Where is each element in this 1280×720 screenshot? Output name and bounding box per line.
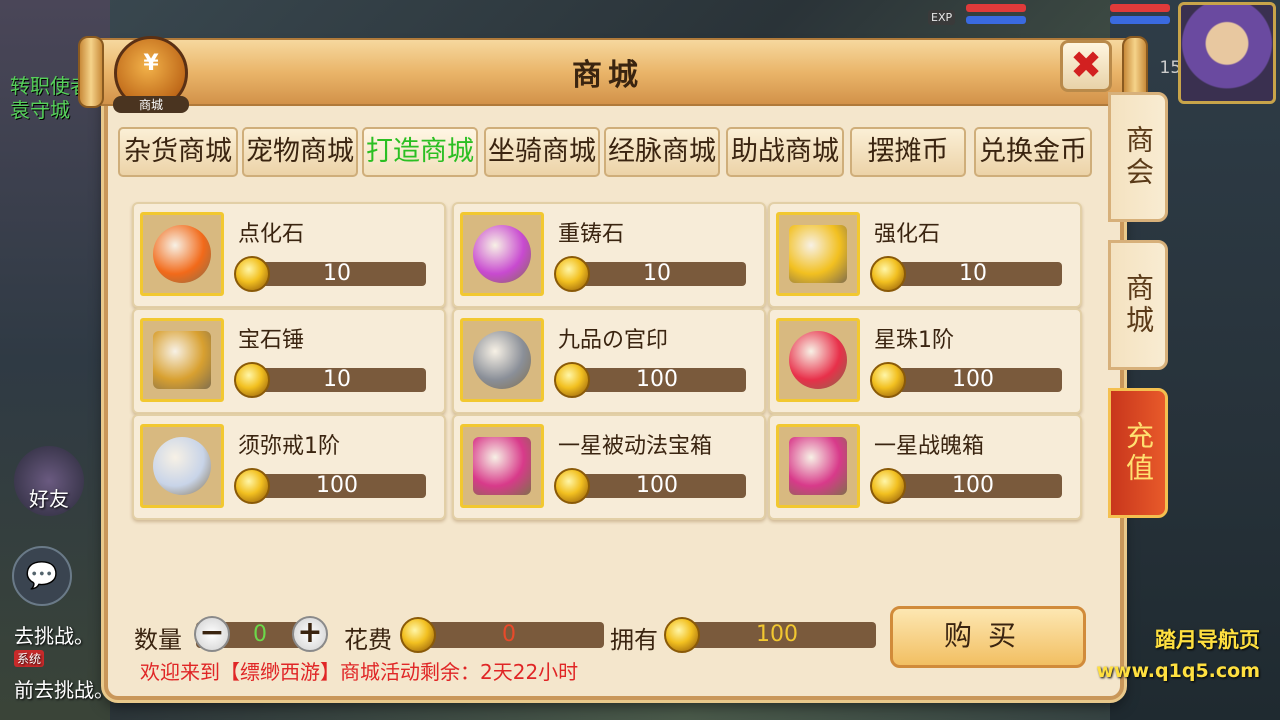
item-price: 100 [884, 368, 1062, 392]
item-art [153, 331, 211, 389]
watermark: 踏月导航页 www.q1q5.com [1096, 624, 1260, 682]
coin-icon [664, 617, 700, 653]
item-name: 须弥戒1阶 [238, 434, 340, 459]
coin-icon [234, 362, 270, 398]
shop-item-card[interactable]: 一星战魄箱 100 [768, 414, 1082, 520]
tab-mount[interactable]: 坐骑商城 [484, 127, 600, 177]
item-art [473, 331, 531, 389]
shop-logo-icon: ¥ 商城 [113, 36, 189, 113]
item-name: 一星被动法宝箱 [558, 434, 713, 459]
shop-item-card[interactable]: 一星被动法宝箱 100 [452, 414, 766, 520]
friends-button[interactable]: 好友 [14, 446, 84, 516]
item-price: 10 [568, 262, 746, 286]
item-art [153, 437, 211, 495]
buy-button[interactable]: 购买 [890, 606, 1086, 668]
plus-button[interactable]: + [292, 616, 328, 652]
item-price: 100 [568, 474, 746, 498]
fire-orb-icon [140, 212, 224, 296]
coin-icon [870, 468, 906, 504]
own-value: 100 [678, 622, 876, 648]
coin-icon [554, 468, 590, 504]
item-name: 星珠1阶 [874, 328, 954, 353]
item-price: 10 [248, 368, 426, 392]
shop-item-card[interactable]: 须弥戒1阶 100 [132, 414, 446, 520]
coin-icon [870, 362, 906, 398]
friends-label: 好友 [29, 487, 69, 511]
shop-logo-label: 商城 [113, 96, 189, 113]
hp-mp-bars [966, 4, 1026, 28]
coin-icon [870, 256, 906, 292]
watermark-title: 踏月导航页 [1155, 628, 1260, 652]
item-name: 九品の官印 [558, 328, 669, 353]
gem-hammer-icon [140, 318, 224, 402]
coin-icon [234, 468, 270, 504]
shop-item-card[interactable]: 九品の官印 100 [452, 308, 766, 414]
shop-item-card[interactable]: 星珠1阶 100 [768, 308, 1082, 414]
item-name: 宝石锤 [238, 328, 305, 353]
shop-item-card[interactable]: 点化石 10 [132, 202, 446, 308]
tab-meridian[interactable]: 经脉商城 [604, 127, 720, 177]
coin-icon [554, 362, 590, 398]
side-tab-guild[interactable]: 商会 [1108, 92, 1168, 222]
item-price: 100 [568, 368, 746, 392]
item-grid: 点化石 10 重铸石 10 强化石 10 宝石锤 10 九品の官印 100 星珠1阶 100 须弥戒1阶… [132, 202, 1082, 522]
side-tab-recharge[interactable]: 充值 [1108, 388, 1168, 518]
coin-icon [234, 256, 270, 292]
chat-line-2: 前去挑战。 [14, 678, 114, 702]
tab-stall-coin[interactable]: 摆摊币 [850, 127, 966, 177]
tab-assist[interactable]: 助战商城 [726, 127, 844, 177]
item-name: 一星战魄箱 [874, 434, 985, 459]
crystal-stone-icon [460, 212, 544, 296]
shop-item-card[interactable]: 强化石 10 [768, 202, 1082, 308]
side-tab-shop[interactable]: 商城 [1108, 240, 1168, 370]
item-art [473, 437, 531, 495]
item-art [789, 437, 847, 495]
hp-mp-bars-2 [1110, 4, 1170, 28]
item-name: 强化石 [874, 222, 941, 247]
gift-box-icon [776, 424, 860, 508]
item-art [153, 225, 211, 283]
red-pearl-icon [776, 318, 860, 402]
cost-label: 花费 [344, 626, 392, 654]
quantity-label: 数量 [134, 626, 182, 654]
item-name: 点化石 [238, 222, 305, 247]
item-price: 100 [248, 474, 426, 498]
chat-icon[interactable]: 💬 [12, 546, 72, 606]
item-art [789, 331, 847, 389]
official-seal-icon [460, 318, 544, 402]
category-tabs: 杂货商城 宠物商城 打造商城 坐骑商城 经脉商城 助战商城 摆摊币 兑换金币 [118, 127, 1092, 177]
watermark-url: www.q1q5.com [1096, 660, 1260, 682]
tab-crafting[interactable]: 打造商城 [362, 127, 478, 177]
gift-box-icon [460, 424, 544, 508]
item-art [473, 225, 531, 283]
cost-value: 0 [414, 622, 604, 648]
system-badge: 系统 [14, 650, 45, 667]
own-label: 拥有 [610, 626, 658, 654]
tab-pet[interactable]: 宠物商城 [242, 127, 358, 177]
item-price: 10 [248, 262, 426, 286]
item-price: 10 [884, 262, 1062, 286]
coin-icon [400, 617, 436, 653]
item-art [789, 225, 847, 283]
chat-line-1: 去挑战。 [14, 624, 94, 648]
welcome-message: 欢迎来到【缥缈西游】商城活动剩余：2天22小时 [140, 660, 579, 684]
item-name: 重铸石 [558, 222, 625, 247]
close-button[interactable]: ✖ [1060, 40, 1112, 92]
gold-ingot-icon [776, 212, 860, 296]
silver-ring-icon [140, 424, 224, 508]
shop-item-card[interactable]: 重铸石 10 [452, 202, 766, 308]
exp-badge: EXP [928, 10, 956, 25]
shop-item-card[interactable]: 宝石锤 10 [132, 308, 446, 414]
tab-grocery[interactable]: 杂货商城 [118, 127, 238, 177]
coin-icon [554, 256, 590, 292]
minus-button[interactable]: − [194, 616, 230, 652]
tab-exchange-gold[interactable]: 兑换金币 [974, 127, 1092, 177]
yuan-symbol: ¥ [143, 51, 159, 76]
item-price: 100 [884, 474, 1062, 498]
